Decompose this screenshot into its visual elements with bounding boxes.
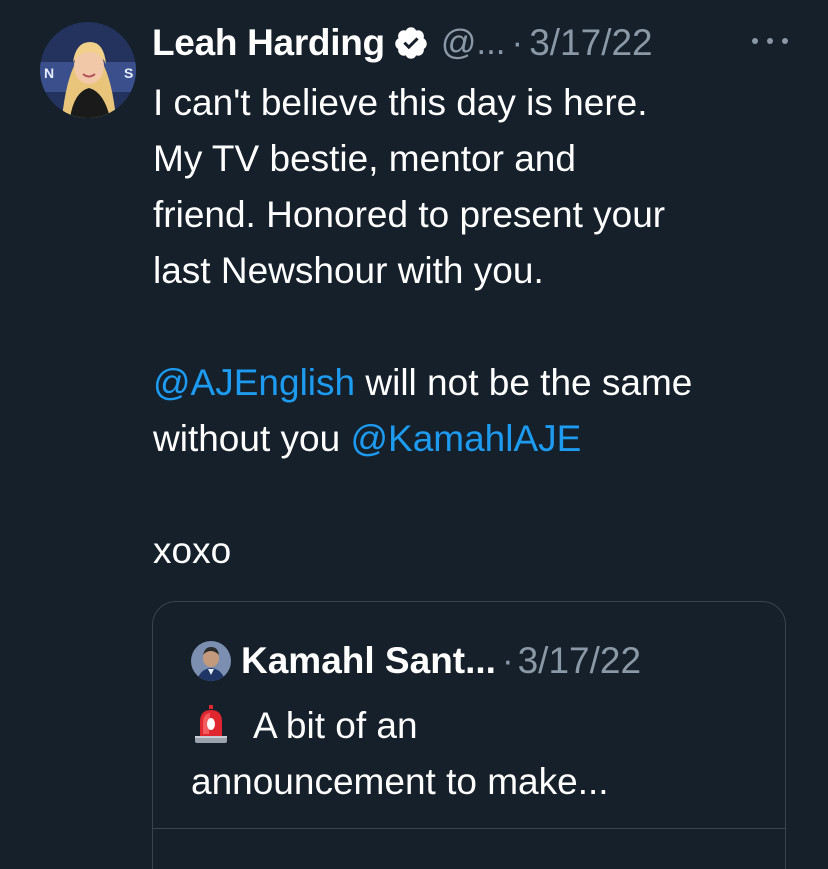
quoted-text-line: A bit of an [191,698,751,754]
quoted-tweet-card[interactable]: Kamahl Sant... · 3/17/22 A bit of an ann… [152,601,786,869]
tweet-text-line: friend. Honored to present your [153,194,666,235]
author-avatar[interactable]: N S [40,22,136,118]
quoted-tweet-body: A bit of an announcement to make... [191,698,751,810]
quoted-text-line: announcement to make... [191,761,609,802]
tweet-text-line: My TV bestie, mentor and [153,138,576,179]
author-handle[interactable]: @... [441,23,506,63]
quoted-media-divider [153,828,785,829]
tweet: N S Leah Harding @... · 3/17/22 I can't … [0,0,828,869]
quoted-tweet-date[interactable]: 3/17/22 [518,640,641,682]
tweet-text-fragment: will not be the same [355,362,693,403]
tweet-header: Leah Harding @... · 3/17/22 [152,18,653,68]
tweet-text-line: I can't believe this day is here. [153,82,648,123]
separator-dot: · [511,23,524,62]
quoted-author-avatar-image [191,641,231,681]
rotating-light-icon [191,704,231,744]
more-horizontal-icon[interactable] [752,26,788,56]
verified-badge-icon [393,25,429,61]
tweet-text-line: last Newshour with you. [153,250,544,291]
tweet-body: I can't believe this day is here. My TV … [153,75,803,579]
tweet-signoff: xoxo [153,530,232,571]
quoted-tweet-header: Kamahl Sant... · 3/17/22 [191,638,641,684]
tweet-text-line: @AJEnglish will not be the same [153,355,803,411]
svg-text:S: S [124,65,133,81]
quoted-author-name[interactable]: Kamahl Sant... [241,640,496,682]
quoted-author-avatar[interactable] [191,641,231,681]
mention-kamahlaje-link[interactable]: @KamahlAJE [350,418,581,459]
tweet-text-line: without you @KamahlAJE [153,411,803,467]
author-avatar-image: N S [40,22,136,118]
mention-ajenglish-link[interactable]: @AJEnglish [153,362,355,403]
quoted-separator-dot: · [501,641,514,680]
tweet-date[interactable]: 3/17/22 [529,22,652,64]
quoted-text-fragment: A bit of an [253,705,418,746]
author-name[interactable]: Leah Harding [152,22,385,64]
tweet-text-fragment: without you [153,418,351,459]
svg-text:N: N [44,65,54,81]
